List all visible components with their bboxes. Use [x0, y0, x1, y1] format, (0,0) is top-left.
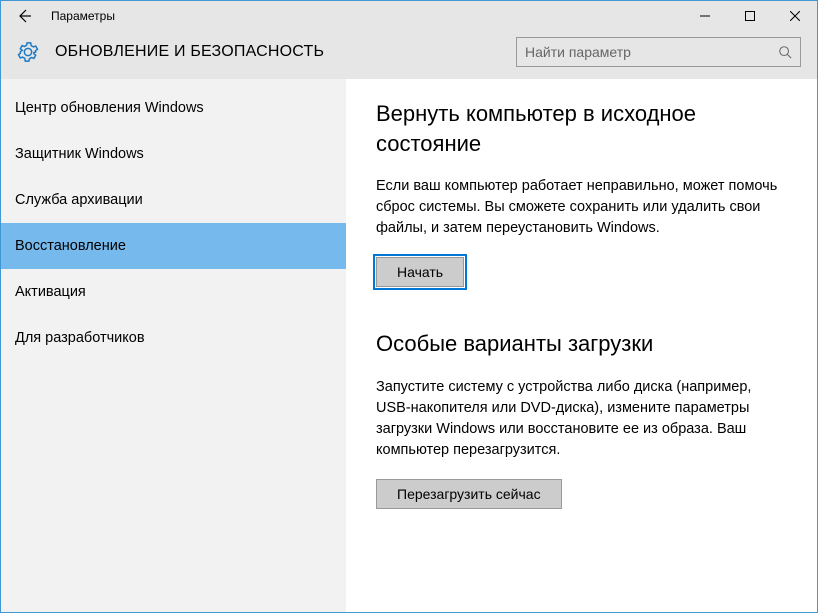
sidebar-item-label: Активация	[15, 284, 86, 300]
sidebar-item-windows-update[interactable]: Центр обновления Windows	[1, 85, 346, 131]
body: Центр обновления Windows Защитник Window…	[1, 79, 817, 612]
search-input[interactable]	[525, 44, 778, 60]
search-box[interactable]	[516, 37, 801, 67]
content: Вернуть компьютер в исходное состояние Е…	[346, 79, 817, 612]
section-heading: Особые варианты загрузки	[376, 329, 787, 359]
section-reset: Вернуть компьютер в исходное состояние Е…	[376, 99, 787, 287]
restart-now-button[interactable]: Перезагрузить сейчас	[376, 479, 562, 509]
header-title: ОБНОВЛЕНИЕ И БЕЗОПАСНОСТЬ	[55, 43, 324, 61]
sidebar-item-developers[interactable]: Для разработчиков	[1, 315, 346, 361]
maximize-button[interactable]	[727, 1, 772, 31]
arrow-left-icon	[16, 8, 32, 24]
sidebar-item-activation[interactable]: Активация	[1, 269, 346, 315]
sidebar-item-recovery[interactable]: Восстановление	[1, 223, 346, 269]
sidebar-item-label: Центр обновления Windows	[15, 100, 204, 116]
sidebar-item-label: Для разработчиков	[15, 330, 145, 346]
section-text: Если ваш компьютер работает неправильно,…	[376, 176, 787, 239]
start-button[interactable]: Начать	[376, 257, 464, 287]
section-text: Запустите систему с устройства либо диск…	[376, 377, 787, 461]
section-heading: Вернуть компьютер в исходное состояние	[376, 99, 787, 158]
back-button[interactable]	[9, 1, 39, 31]
search-icon	[778, 45, 792, 59]
sidebar-item-label: Служба архивации	[15, 192, 143, 208]
minimize-button[interactable]	[682, 1, 727, 31]
titlebar: Параметры	[1, 1, 817, 31]
sidebar-item-backup[interactable]: Служба архивации	[1, 177, 346, 223]
sidebar: Центр обновления Windows Защитник Window…	[1, 79, 346, 612]
section-advanced-startup: Особые варианты загрузки Запустите систе…	[376, 329, 787, 509]
close-icon	[790, 11, 800, 21]
gear-icon	[17, 41, 39, 63]
close-button[interactable]	[772, 1, 817, 31]
settings-window: Параметры ОБНОВЛЕНИЕ И БЕЗОПАСНОСТЬ	[0, 0, 818, 613]
window-title: Параметры	[51, 9, 115, 23]
maximize-icon	[745, 11, 755, 21]
sidebar-item-label: Защитник Windows	[15, 146, 144, 162]
window-controls	[682, 1, 817, 31]
sidebar-item-defender[interactable]: Защитник Windows	[1, 131, 346, 177]
minimize-icon	[700, 11, 710, 21]
sidebar-item-label: Восстановление	[15, 238, 126, 254]
header: ОБНОВЛЕНИЕ И БЕЗОПАСНОСТЬ	[1, 31, 817, 79]
